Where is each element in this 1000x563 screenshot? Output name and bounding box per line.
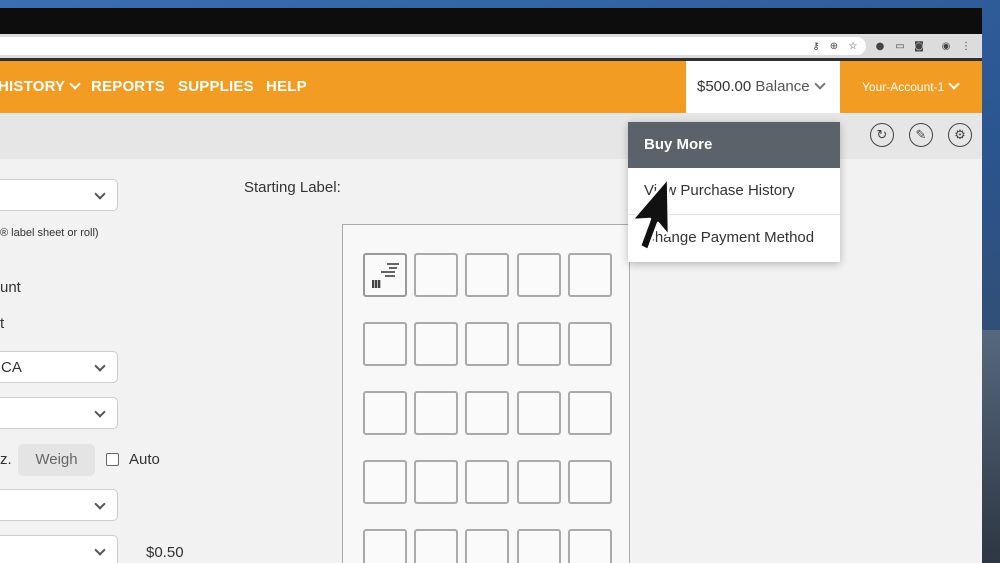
star-icon[interactable]: ☆ — [845, 38, 861, 54]
label-cell[interactable] — [516, 460, 561, 504]
label-cell[interactable] — [414, 322, 459, 366]
label-cell[interactable] — [414, 253, 459, 297]
account-name: Your-Account-1 — [862, 80, 945, 94]
label-cell[interactable] — [363, 253, 407, 297]
label-cell[interactable] — [465, 253, 510, 297]
nav-history[interactable]: HISTORY — [0, 61, 81, 113]
label-preview-line — [381, 271, 395, 273]
label-cell[interactable] — [363, 322, 407, 366]
chevron-down-icon — [94, 360, 106, 372]
label-cell[interactable] — [414, 460, 459, 504]
label-cell[interactable] — [363, 460, 407, 504]
barcode-icon — [372, 280, 381, 288]
label-cell[interactable] — [516, 253, 561, 297]
extension-icon[interactable]: ● — [872, 38, 888, 54]
balance-amount: $500.00 — [697, 78, 752, 95]
chevron-down-icon — [94, 498, 106, 510]
option-select[interactable] — [0, 397, 118, 429]
zoom-icon[interactable]: ⊕ — [826, 38, 842, 54]
chevron-down-icon — [69, 78, 81, 90]
sheet-hint-text: ® label sheet or roll) — [0, 227, 99, 239]
starting-label-heading: Starting Label: — [244, 179, 341, 196]
label-cell[interactable] — [414, 391, 459, 435]
label-sheet-preview — [342, 224, 630, 563]
label-cell[interactable] — [516, 391, 561, 435]
profile-icon[interactable]: ◉ — [938, 38, 954, 54]
nav-help[interactable]: HELP — [266, 61, 307, 113]
weigh-button[interactable]: Weigh — [18, 444, 95, 476]
price-text: $0.50 — [146, 544, 184, 561]
refresh-icon[interactable]: ↻ — [870, 123, 894, 147]
label-cell[interactable] — [465, 322, 510, 366]
label-preview-line — [387, 263, 399, 265]
browser-menu-icon[interactable]: ⋮ — [958, 38, 974, 54]
account-menu-button[interactable]: Your-Account-1 — [862, 61, 960, 113]
address-bar[interactable] — [0, 37, 866, 55]
auto-label: Auto — [129, 451, 160, 468]
balance-button[interactable]: $500.00 Balance — [686, 61, 840, 113]
label-fragment: t — [0, 315, 5, 332]
label-cell[interactable] — [567, 460, 612, 504]
chevron-down-icon — [813, 78, 826, 90]
service-select[interactable] — [0, 489, 118, 521]
auto-checkbox[interactable] — [106, 453, 119, 466]
mouse-pointer-icon — [630, 176, 671, 252]
chevron-down-icon — [94, 406, 106, 418]
label-preview-thumbnail — [371, 261, 399, 289]
chevron-down-icon — [94, 544, 106, 556]
label-cell[interactable] — [363, 529, 407, 563]
label-preview-line — [389, 267, 397, 269]
settings-icon[interactable]: ⚙ — [948, 123, 972, 147]
label-cell[interactable] — [516, 529, 561, 563]
label-cell[interactable] — [567, 391, 612, 435]
chevron-down-icon — [948, 78, 960, 90]
state-select-value: CA — [1, 359, 22, 376]
nav-reports[interactable]: REPORTS — [91, 61, 165, 113]
label-cell[interactable] — [567, 529, 612, 563]
label-cell[interactable] — [567, 322, 612, 366]
label-cell[interactable] — [516, 322, 561, 366]
browser-window: ⚷ ⊕ ☆ ● ▭ ◙ ◉ ⋮ HISTORY REPORTS SUPPLIES… — [0, 8, 982, 563]
buy-more-item[interactable]: Buy More — [628, 122, 840, 168]
eraser-icon[interactable]: ✎ — [909, 123, 933, 147]
account-label-fragment: unt — [0, 279, 21, 296]
key-icon[interactable]: ⚷ — [808, 38, 824, 54]
balance-label: Balance — [755, 78, 810, 95]
desktop-window-edge — [982, 330, 1000, 563]
browser-toolbar: ⚷ ⊕ ☆ ● ▭ ◙ ◉ ⋮ — [0, 34, 982, 58]
camera-icon[interactable]: ◙ — [911, 38, 927, 54]
state-select[interactable]: CA — [0, 351, 118, 383]
cast-icon[interactable]: ▭ — [892, 38, 908, 54]
nav-supplies[interactable]: SUPPLIES — [178, 61, 254, 113]
label-cell[interactable] — [465, 460, 510, 504]
label-cell[interactable] — [363, 391, 407, 435]
label-preview-line — [385, 275, 395, 277]
label-cell[interactable] — [465, 391, 510, 435]
oz-unit-label: z. — [0, 451, 12, 468]
chevron-down-icon — [94, 188, 106, 200]
label-type-select[interactable] — [0, 179, 118, 211]
extra-service-select[interactable] — [0, 535, 118, 563]
label-cell[interactable] — [465, 529, 510, 563]
browser-title-bar — [0, 8, 982, 34]
label-cell[interactable] — [414, 529, 459, 563]
label-cell[interactable] — [567, 253, 612, 297]
